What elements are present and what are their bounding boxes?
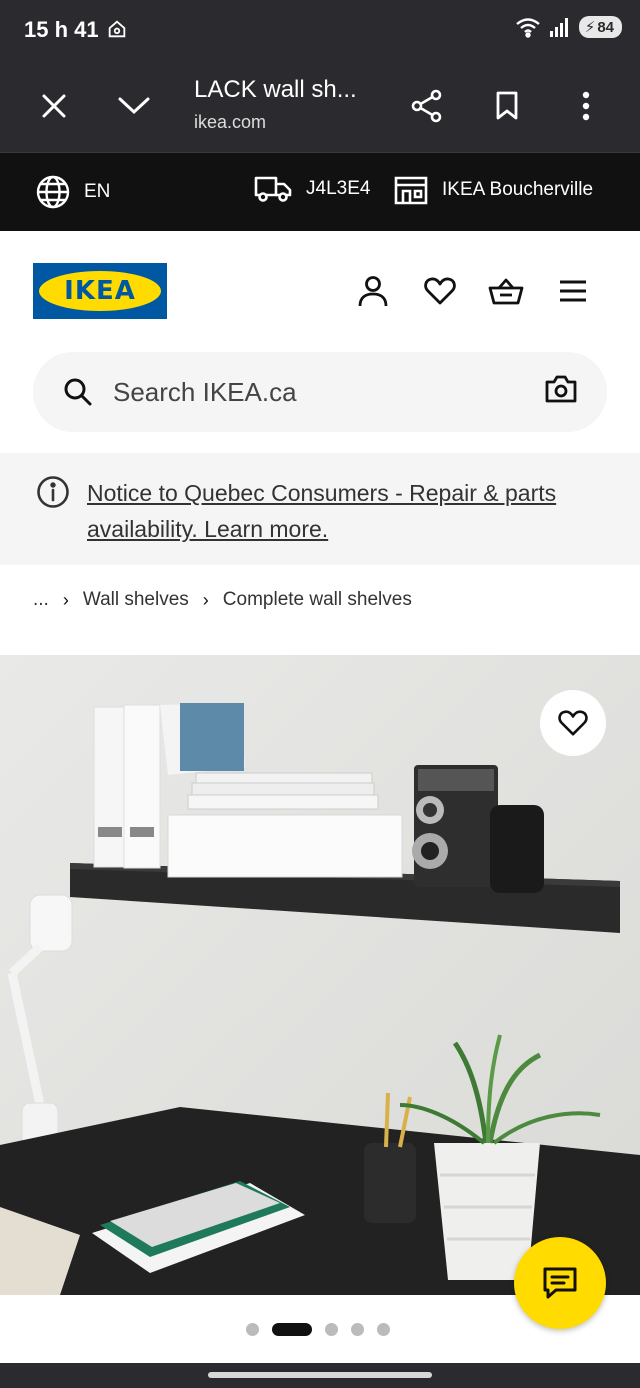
breadcrumb-item-complete-wall-shelves[interactable]: Complete wall shelves	[223, 589, 412, 611]
camera-search-icon[interactable]	[545, 374, 577, 404]
heart-icon	[424, 277, 456, 305]
account-button[interactable]	[353, 271, 393, 311]
close-tab-button[interactable]	[30, 82, 78, 130]
chevron-down-icon	[118, 97, 150, 115]
user-icon	[358, 276, 388, 307]
truck-icon	[254, 176, 292, 202]
chevron-right-icon: ›	[202, 589, 209, 610]
carousel-dot[interactable]	[325, 1323, 338, 1336]
hamburger-menu-icon	[560, 280, 586, 302]
battery-level: 84	[597, 18, 614, 36]
breadcrumb-section: ... › Wall shelves › Complete wall shelv…	[0, 565, 640, 655]
carousel-dot[interactable]	[246, 1323, 259, 1336]
search-icon	[64, 378, 92, 406]
quebec-notice-link[interactable]: Notice to Quebec Consumers - Repair & pa…	[87, 475, 607, 547]
store-selector[interactable]: IKEA Boucherville	[394, 175, 593, 205]
share-icon	[411, 89, 442, 123]
language-label: EN	[84, 181, 111, 202]
carousel-dot[interactable]	[377, 1323, 390, 1336]
signal-icon	[549, 18, 568, 37]
globe-icon	[36, 175, 70, 209]
more-vertical-icon	[582, 91, 590, 121]
home-status-icon	[108, 20, 126, 38]
breadcrumb: ... › Wall shelves › Complete wall shelv…	[33, 589, 412, 611]
menu-button[interactable]	[553, 271, 593, 311]
chat-button[interactable]	[514, 1237, 606, 1329]
page-title[interactable]: LACK wall sh...	[194, 76, 357, 104]
notice-banner: Notice to Quebec Consumers - Repair & pa…	[0, 453, 640, 565]
status-indicators: ⚡ 84	[515, 16, 622, 38]
close-icon	[42, 94, 66, 118]
info-icon	[37, 476, 69, 508]
carousel-dot[interactable]	[351, 1323, 364, 1336]
product-photo	[0, 655, 640, 1295]
battery-bolt-icon: ⚡	[584, 19, 596, 36]
carousel-dots	[246, 1323, 390, 1336]
delivery-postal-code[interactable]: J4L3E4	[254, 175, 370, 203]
ikea-top-strip: EN J4L3E4 IKEA Boucherville	[0, 152, 640, 231]
chat-icon	[543, 1267, 577, 1299]
bookmark-icon	[496, 91, 518, 120]
minimize-tab-button[interactable]	[110, 82, 158, 130]
store-label: IKEA Boucherville	[442, 179, 594, 200]
search-bar[interactable]	[33, 352, 607, 432]
system-navigation-bar	[0, 1363, 640, 1388]
heart-icon	[558, 710, 588, 736]
postal-code-label: J4L3E4	[306, 178, 371, 199]
store-icon	[394, 176, 428, 205]
more-options-button[interactable]	[562, 82, 610, 130]
status-time: 15 h 41	[24, 17, 99, 42]
battery-indicator: ⚡ 84	[578, 16, 622, 38]
search-input[interactable]	[113, 374, 513, 410]
site-header: IKEA	[0, 231, 640, 453]
breadcrumb-item-wall-shelves[interactable]: Wall shelves	[83, 589, 189, 611]
browser-toolbar: LACK wall sh... ikea.com	[0, 60, 640, 152]
shopping-basket-icon	[488, 278, 524, 305]
wifi-icon	[516, 18, 540, 38]
share-button[interactable]	[403, 82, 451, 130]
product-image[interactable]	[0, 655, 640, 1295]
logo-text: IKEA	[64, 276, 136, 306]
home-gesture-handle[interactable]	[208, 1372, 432, 1378]
bookmark-button[interactable]	[483, 82, 531, 130]
add-to-favourites-button[interactable]	[540, 690, 606, 756]
language-selector[interactable]: EN	[36, 175, 110, 209]
page-url[interactable]: ikea.com	[194, 112, 266, 133]
carousel-dot[interactable]	[272, 1323, 312, 1336]
ikea-logo[interactable]: IKEA	[33, 263, 167, 319]
status-bar: 15 h 41 ⚡ 84	[0, 0, 640, 60]
chevron-right-icon: ›	[62, 589, 69, 610]
cart-button[interactable]	[486, 271, 526, 311]
favourites-button[interactable]	[420, 271, 460, 311]
breadcrumb-ellipsis[interactable]: ...	[33, 589, 49, 611]
